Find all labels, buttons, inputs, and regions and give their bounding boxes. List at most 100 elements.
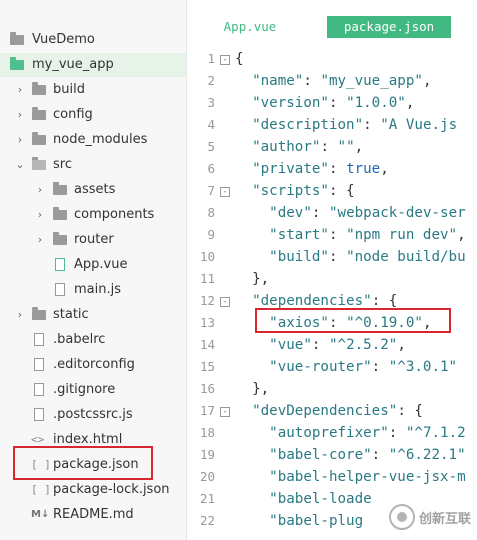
line-number: 11 bbox=[199, 271, 215, 286]
tab-bar: App.vue package.json bbox=[187, 0, 477, 44]
line-number: 8 bbox=[207, 205, 215, 220]
line-number: 21 bbox=[199, 491, 215, 506]
tree-item-label: static bbox=[53, 307, 89, 322]
fold-toggle-icon[interactable]: - bbox=[220, 297, 230, 307]
line-number: 18 bbox=[199, 425, 215, 440]
tree-item-label: package-lock.json bbox=[53, 482, 170, 497]
code-line: "autoprefixer": "^7.1.2 bbox=[269, 425, 466, 441]
tree-item-postcssrc[interactable]: .postcssrc.js bbox=[0, 403, 186, 427]
line-number: 9 bbox=[207, 227, 215, 242]
line-number: 19 bbox=[199, 447, 215, 462]
chevron-right-icon[interactable]: › bbox=[14, 128, 26, 152]
line-number: 1 bbox=[207, 51, 215, 66]
folder-icon bbox=[53, 182, 68, 197]
chevron-right-icon[interactable]: › bbox=[34, 228, 46, 252]
tree-item-components[interactable]: › components bbox=[0, 203, 186, 227]
line-number: 16 bbox=[199, 381, 215, 396]
tree-item-config[interactable]: › config bbox=[0, 103, 186, 127]
chevron-right-icon[interactable]: › bbox=[14, 103, 26, 127]
code-line: "name": "my_vue_app", bbox=[252, 73, 432, 89]
folder-icon bbox=[53, 232, 68, 247]
folder-icon bbox=[10, 32, 25, 47]
file-icon bbox=[32, 333, 47, 347]
line-number: 5 bbox=[207, 139, 215, 154]
code-line: "start": "npm run dev", bbox=[269, 227, 466, 243]
line-number: 17 bbox=[199, 403, 215, 418]
highlight-box-axios bbox=[255, 308, 451, 333]
tree-item-label: src bbox=[53, 157, 72, 172]
code-line: "babel-plug bbox=[269, 513, 364, 529]
js-file-icon bbox=[32, 408, 47, 422]
tree-item-static[interactable]: › static bbox=[0, 303, 186, 327]
tree-item-src[interactable]: ⌄ src bbox=[0, 153, 186, 177]
code-line: { bbox=[235, 51, 244, 67]
folder-open-icon bbox=[32, 157, 47, 172]
code-line: }, bbox=[235, 271, 270, 287]
tree-item-router[interactable]: › router bbox=[0, 228, 186, 252]
code-editor: App.vue package.json 1-{2 "name": "my_vu… bbox=[187, 0, 477, 540]
tree-item-app-vue[interactable]: App.vue bbox=[0, 253, 186, 277]
line-number: 13 bbox=[199, 315, 215, 330]
code-line: "scripts": { bbox=[252, 183, 355, 199]
js-file-icon bbox=[53, 283, 68, 297]
code-line: "babel-helper-vue-jsx-m bbox=[269, 469, 466, 485]
tree-item-label: VueDemo bbox=[32, 32, 95, 47]
tree-item-label: App.vue bbox=[74, 257, 128, 272]
code-line: }, bbox=[235, 381, 270, 397]
fold-toggle-icon[interactable]: - bbox=[220, 55, 230, 65]
folder-icon bbox=[32, 132, 47, 147]
tree-item-build[interactable]: › build bbox=[0, 78, 186, 102]
tree-item-package-lock-json[interactable]: [ ] package-lock.json bbox=[0, 478, 186, 502]
tree-item-node-modules[interactable]: › node_modules bbox=[0, 128, 186, 152]
code-line: "version": "1.0.0", bbox=[252, 95, 415, 111]
chevron-right-icon[interactable]: › bbox=[14, 303, 26, 327]
highlight-box-package-json bbox=[13, 446, 153, 480]
line-number: 15 bbox=[199, 359, 215, 374]
tree-item-gitignore[interactable]: .gitignore bbox=[0, 378, 186, 402]
code-line: "private": true, bbox=[252, 161, 389, 177]
code-line: "babel-loade bbox=[269, 491, 372, 507]
tab-package-json[interactable]: package.json bbox=[327, 16, 451, 38]
tree-item-label: .gitignore bbox=[53, 382, 116, 397]
fold-toggle-icon[interactable]: - bbox=[220, 407, 230, 417]
file-icon bbox=[32, 358, 47, 372]
html-file-icon: <> bbox=[31, 433, 45, 446]
watermark: 创新互联 bbox=[388, 502, 471, 532]
tree-item-label: .babelrc bbox=[53, 332, 106, 347]
code-line: "babel-core": "^6.22.1" bbox=[269, 447, 466, 463]
line-number: 7 bbox=[207, 183, 215, 198]
watermark-logo-icon bbox=[388, 504, 415, 530]
chevron-down-icon[interactable]: ⌄ bbox=[14, 153, 26, 177]
markdown-file-icon: M↓ bbox=[31, 509, 50, 520]
project-folder-icon bbox=[10, 57, 25, 72]
chevron-right-icon[interactable]: › bbox=[14, 78, 26, 102]
code-line: "author": "", bbox=[252, 139, 364, 155]
tree-item-label: .editorconfig bbox=[53, 357, 135, 372]
tree-item-my-vue-app[interactable]: my_vue_app bbox=[0, 53, 186, 77]
tree-item-babelrc[interactable]: .babelrc bbox=[0, 328, 186, 352]
tree-item-label: build bbox=[53, 82, 85, 97]
file-icon bbox=[32, 383, 47, 397]
tree-item-label: router bbox=[74, 232, 114, 247]
tree-item-label: main.js bbox=[74, 282, 121, 297]
tree-item-main-js[interactable]: main.js bbox=[0, 278, 186, 302]
line-number: 6 bbox=[207, 161, 215, 176]
tree-item-label: components bbox=[74, 207, 155, 222]
tree-item-vuedemo[interactable]: VueDemo bbox=[0, 28, 186, 52]
tab-app-vue[interactable]: App.vue bbox=[215, 16, 285, 38]
chevron-right-icon[interactable]: › bbox=[34, 203, 46, 227]
line-number: 14 bbox=[199, 337, 215, 352]
chevron-right-icon[interactable]: › bbox=[34, 178, 46, 202]
tree-item-readme[interactable]: M↓ README.md bbox=[0, 503, 186, 527]
line-number: 10 bbox=[199, 249, 215, 264]
code-line: "description": "A Vue.js bbox=[252, 117, 458, 133]
folder-icon bbox=[53, 207, 68, 222]
watermark-text: 创新互联 bbox=[418, 511, 471, 527]
fold-toggle-icon[interactable]: - bbox=[220, 187, 230, 197]
tree-item-editorconfig[interactable]: .editorconfig bbox=[0, 353, 186, 377]
folder-icon bbox=[32, 107, 47, 122]
line-number: 4 bbox=[207, 117, 215, 132]
tree-item-assets[interactable]: › assets bbox=[0, 178, 186, 202]
vue-file-icon bbox=[53, 258, 68, 272]
file-explorer-sidebar: VueDemo my_vue_app › build › config › no… bbox=[0, 0, 187, 540]
